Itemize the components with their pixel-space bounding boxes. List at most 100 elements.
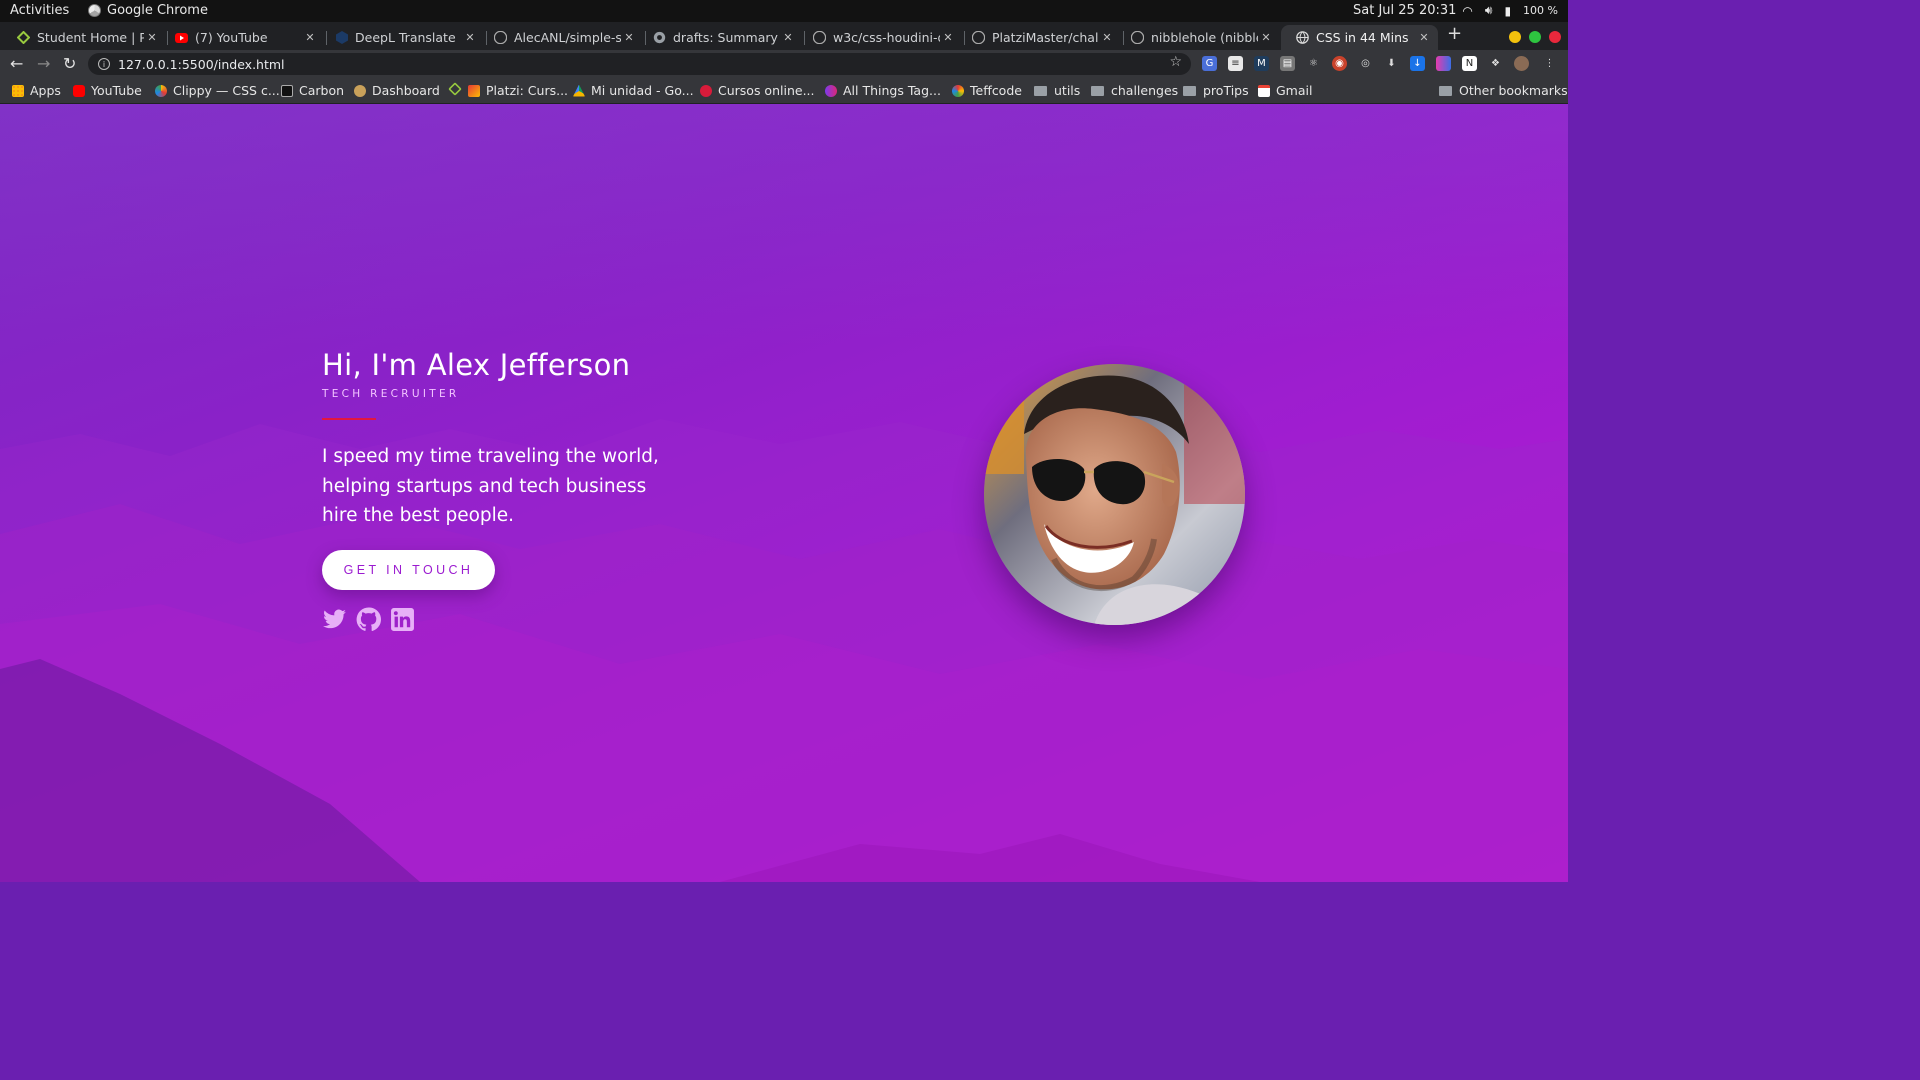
reader-extension-icon[interactable]: ≡ (1228, 56, 1243, 71)
close-icon[interactable]: ✕ (144, 31, 160, 44)
wifi-icon: ◠ (1462, 3, 1473, 18)
browser-toolbar: ← → ↻ i 127.0.0.1:5500/index.html ☆ G ≡ … (0, 50, 1568, 78)
window-extension-icon[interactable]: ▤ (1280, 56, 1295, 71)
translate-extension-icon[interactable]: G (1202, 56, 1217, 71)
tab-strip: Student Home | Pla ✕ (7) YouTube ✕ DeepL… (0, 22, 1568, 50)
hero-role: TECH RECRUITER (322, 388, 460, 400)
download-icon[interactable]: ⬇ (1384, 56, 1399, 71)
bookmark-apps[interactable]: Apps (12, 83, 61, 98)
tab-title: (7) YouTube (195, 30, 268, 45)
twitter-icon[interactable] (322, 607, 347, 636)
accent-divider (322, 418, 376, 420)
app-name: Google Chrome (107, 3, 208, 18)
github-icon (1131, 31, 1144, 44)
react-devtools-icon[interactable]: ⚛ (1306, 56, 1321, 71)
tab-title: drafts: Summary (673, 30, 778, 45)
target-extension-icon[interactable]: ◎ (1358, 56, 1373, 71)
bookmark-other-bookmarks[interactable]: Other bookmarks (1439, 83, 1568, 98)
folder-icon (1034, 85, 1047, 96)
bookmark-all-things-tag[interactable]: All Things Tag... (825, 83, 941, 98)
tab-drafts[interactable]: drafts: Summary ✕ (638, 25, 802, 50)
close-icon[interactable]: ✕ (1258, 31, 1274, 44)
tab-title: CSS in 44 Mins (1316, 30, 1409, 45)
bookmark-platzi-cursos[interactable]: Platzi: Curs... (468, 83, 568, 98)
close-icon[interactable]: ✕ (780, 31, 796, 44)
bookmark-carbon[interactable]: Carbon (281, 83, 344, 98)
close-icon[interactable]: ✕ (302, 31, 318, 44)
battery-icon: ▮ (1504, 3, 1512, 18)
close-icon[interactable]: ✕ (462, 31, 478, 44)
clippy-icon (155, 84, 167, 97)
reload-icon[interactable]: ↻ (63, 54, 76, 73)
bookmark-dashboard[interactable]: Dashboard (354, 83, 440, 98)
folder-icon (1183, 85, 1196, 96)
github-icon[interactable] (356, 607, 381, 636)
bookmark-gmail[interactable]: Gmail (1258, 83, 1312, 98)
os-top-bar: Activities Google Chrome Sat Jul 25 20:3… (0, 0, 1568, 22)
bookmark-folder-challenges[interactable]: challenges (1091, 83, 1178, 98)
volume-icon: 🔊︎ (1484, 3, 1493, 17)
close-icon[interactable]: ✕ (1099, 31, 1115, 44)
activities-button[interactable]: Activities (10, 3, 69, 18)
bookmark-youtube[interactable]: YouTube (73, 83, 142, 98)
new-tab-button[interactable]: + (1447, 23, 1462, 44)
tab-title: Student Home | Pla (37, 30, 144, 45)
tab-css-houdini[interactable]: w3c/css-houdini-dr ✕ (798, 25, 962, 50)
tabs-extension-icon[interactable]: M (1254, 56, 1269, 71)
back-arrow-icon[interactable]: ← (10, 54, 23, 73)
bookmark-star-icon[interactable]: ☆ (1169, 54, 1182, 70)
bookmark-folder-utils[interactable]: utils (1034, 83, 1080, 98)
tab-title: AlecANL/simple-si (514, 30, 621, 45)
deepl-icon (335, 31, 348, 44)
profile-avatar[interactable] (1514, 56, 1529, 71)
close-icon[interactable]: ✕ (1416, 31, 1432, 44)
tab-student-home[interactable]: Student Home | Pla ✕ (2, 25, 166, 50)
site-info-icon[interactable]: i (98, 58, 110, 70)
folder-icon (1091, 85, 1104, 96)
gmail-icon (1258, 84, 1270, 97)
bookmark-google-drive[interactable]: Mi unidad - Go... (573, 83, 694, 98)
tab-css-in-44-mins[interactable]: CSS in 44 Mins ✕ (1281, 25, 1438, 50)
get-in-touch-button[interactable]: GET IN TOUCH (322, 549, 495, 590)
menu-kebab-icon[interactable]: ⋮ (1542, 56, 1557, 71)
minimize-button[interactable] (1509, 31, 1521, 43)
clock[interactable]: Sat Jul 25 20:31 (1353, 3, 1456, 18)
notion-icon[interactable]: N (1462, 56, 1477, 71)
platzi-icon (448, 82, 462, 96)
tab-platzimaster[interactable]: PlatziMaster/challe ✕ (957, 25, 1121, 50)
save-extension-icon[interactable]: ↓ (1410, 56, 1425, 71)
close-window-button[interactable] (1549, 31, 1561, 43)
cursos-icon (700, 84, 712, 97)
linkedin-icon[interactable] (390, 607, 415, 636)
tab-youtube[interactable]: (7) YouTube ✕ (160, 25, 324, 50)
bookmark-clippy[interactable]: Clippy — CSS c... (155, 83, 280, 98)
close-icon[interactable]: ✕ (940, 31, 956, 44)
platzi-rocket-icon (468, 84, 480, 97)
tab-alecanl[interactable]: AlecANL/simple-si ✕ (479, 25, 643, 50)
bookmark-cursos-online[interactable]: Cursos online... (700, 83, 814, 98)
tab-deepl[interactable]: DeepL Translate ✕ (320, 25, 484, 50)
dashboard-icon (354, 84, 366, 97)
bookmark-folder-protips[interactable]: proTips (1183, 83, 1249, 98)
page-viewport: Hi, I'm Alex Jefferson TECH RECRUITER I … (0, 104, 1568, 882)
forward-arrow-icon[interactable]: → (37, 54, 50, 73)
bookmark-teffcode[interactable]: Teffcode (952, 83, 1022, 98)
tab-title: PlatziMaster/challe (992, 30, 1099, 45)
smiling-man-with-sunglasses-image (984, 364, 1245, 625)
close-icon[interactable]: ✕ (621, 31, 637, 44)
record-extension-icon[interactable]: ◉ (1332, 56, 1347, 71)
colorpick-extension-icon[interactable] (1436, 56, 1451, 71)
battery-level: 100 % (1523, 4, 1558, 17)
address-bar[interactable]: i 127.0.0.1:5500/index.html ☆ (88, 53, 1191, 75)
drafts-icon (653, 31, 666, 44)
bookmark-platzi[interactable] (448, 82, 467, 96)
tab-title: nibblehole (nibble (1151, 30, 1258, 45)
tab-nibblehole[interactable]: nibblehole (nibble ✕ (1116, 25, 1280, 50)
maximize-button[interactable] (1529, 31, 1541, 43)
extensions-puzzle-icon[interactable]: ❖ (1488, 56, 1503, 71)
folder-icon (1439, 85, 1452, 96)
tab-title: w3c/css-houdini-dr (833, 30, 940, 45)
system-tray[interactable]: ◠ 🔊︎ ▮ 100 % (1462, 3, 1558, 18)
address-url[interactable]: 127.0.0.1:5500/index.html (118, 57, 285, 72)
app-menu[interactable]: Google Chrome (88, 3, 208, 18)
